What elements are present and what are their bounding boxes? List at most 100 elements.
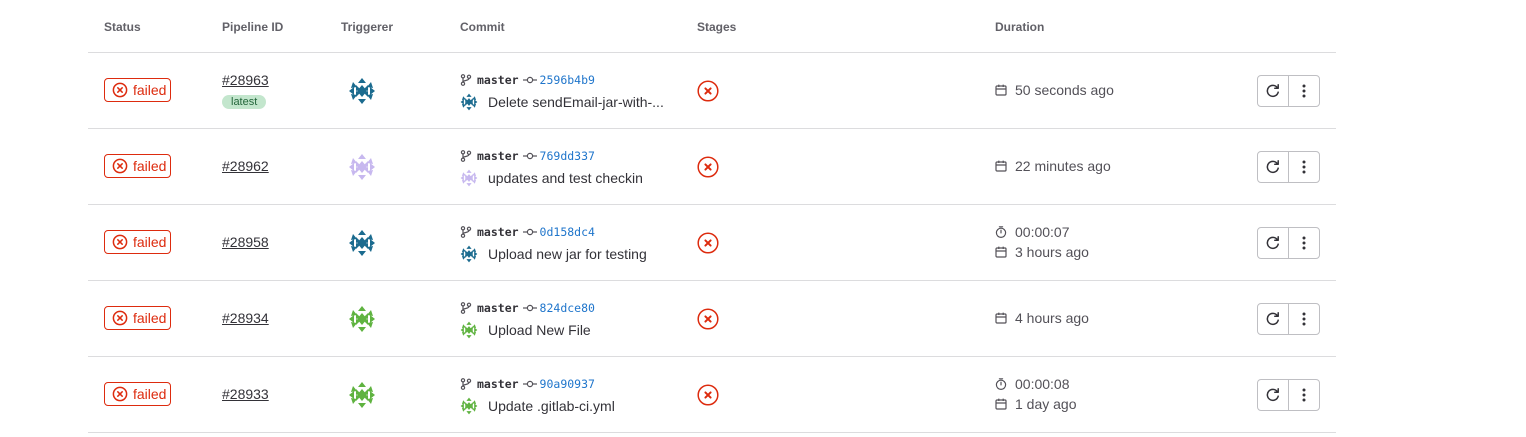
branch-icon (460, 74, 472, 86)
branch-link[interactable]: master (477, 301, 519, 315)
timer-icon (995, 226, 1007, 238)
stage-failed-icon[interactable] (697, 384, 719, 406)
header-commit: Commit (460, 20, 505, 34)
pipeline-id-link[interactable]: #28963 (222, 72, 269, 88)
commit-info: Upload new jar for testing (460, 244, 647, 264)
calendar-icon (995, 160, 1007, 172)
status-failed-icon (112, 158, 128, 174)
identicon-icon (348, 77, 376, 105)
more-vertical-icon (1302, 388, 1306, 402)
status-failed-icon (112, 82, 128, 98)
branch-link[interactable]: master (477, 377, 519, 391)
branch-link[interactable]: master (477, 225, 519, 239)
status-badge[interactable]: failed (104, 78, 171, 102)
status-failed-icon (112, 234, 128, 250)
finished-time: 4 hours ago (995, 308, 1089, 328)
triggerer-avatar[interactable] (348, 153, 376, 181)
status-badge[interactable]: failed (104, 230, 171, 254)
commit-author-avatar[interactable] (460, 169, 478, 187)
identicon-icon (348, 381, 376, 409)
retry-button[interactable] (1258, 228, 1288, 258)
calendar-icon (995, 84, 1007, 96)
stage-failed-icon[interactable] (697, 80, 719, 102)
header-duration: Duration (995, 20, 1045, 34)
more-vertical-icon (1302, 160, 1306, 174)
finished-text: 3 hours ago (1015, 244, 1089, 260)
commit-author-avatar[interactable] (460, 321, 478, 339)
pipeline-id-link[interactable]: #28933 (222, 386, 269, 402)
commit-icon (522, 152, 537, 160)
status-badge[interactable]: failed (104, 306, 171, 330)
table-row: failed #28962 master 769dd337 updates an… (88, 129, 1336, 205)
row-actions (1257, 379, 1320, 411)
commit-sha-link[interactable]: 824dce80 (540, 301, 595, 315)
more-vertical-icon (1302, 84, 1306, 98)
row-actions (1257, 75, 1320, 107)
header-stages: Stages (697, 20, 737, 34)
header-status: Status (104, 20, 141, 34)
identicon-icon (348, 153, 376, 181)
commit-title-link[interactable]: Upload New File (488, 322, 591, 338)
status-failed-icon (112, 310, 128, 326)
branch-icon (460, 302, 472, 314)
retry-icon (1266, 236, 1279, 250)
commit-author-avatar[interactable] (460, 245, 478, 263)
commit-sha-link[interactable]: 90a90937 (540, 377, 595, 391)
commit-title-link[interactable]: Delete sendEmail-jar-with-... (488, 94, 664, 110)
table-header: Status Pipeline ID Triggerer Commit Stag… (88, 0, 1336, 53)
status-label: failed (133, 234, 167, 250)
commit-title-link[interactable]: Update .gitlab-ci.yml (488, 398, 615, 414)
more-actions-button[interactable] (1288, 380, 1319, 410)
more-actions-button[interactable] (1288, 228, 1319, 258)
branch-link[interactable]: master (477, 149, 519, 163)
pipeline-id-link[interactable]: #28934 (222, 310, 269, 326)
status-badge[interactable]: failed (104, 382, 171, 406)
pipeline-id-link[interactable]: #28958 (222, 234, 269, 250)
finished-text: 22 minutes ago (1015, 158, 1111, 174)
finished-time: 50 seconds ago (995, 80, 1114, 100)
branch-icon (460, 378, 472, 390)
status-label: failed (133, 386, 167, 402)
commit-info: Upload New File (460, 320, 591, 340)
table-row: failed #28933 master 90a90937 Update .gi… (88, 357, 1336, 433)
branch-link[interactable]: master (477, 73, 519, 87)
calendar-icon (995, 246, 1007, 258)
header-triggerer: Triggerer (341, 20, 394, 34)
more-actions-button[interactable] (1288, 304, 1319, 334)
retry-icon (1266, 160, 1279, 174)
more-actions-button[interactable] (1288, 152, 1319, 182)
status-failed-icon (112, 386, 128, 402)
triggerer-avatar[interactable] (348, 77, 376, 105)
commit-sha-link[interactable]: 0d158dc4 (540, 225, 595, 239)
commit-sha-link[interactable]: 769dd337 (540, 149, 595, 163)
commit-author-avatar[interactable] (460, 397, 478, 415)
triggerer-avatar[interactable] (348, 229, 376, 257)
more-actions-button[interactable] (1288, 76, 1319, 106)
commit-sha-link[interactable]: 2596b4b9 (540, 73, 595, 87)
branch-icon (460, 150, 472, 162)
identicon-icon (460, 245, 478, 263)
commit-author-avatar[interactable] (460, 93, 478, 111)
commit-title-link[interactable]: updates and test checkin (488, 170, 643, 186)
retry-button[interactable] (1258, 380, 1288, 410)
identicon-icon (348, 229, 376, 257)
more-vertical-icon (1302, 312, 1306, 326)
stage-failed-icon[interactable] (697, 232, 719, 254)
commit-icon (522, 380, 537, 388)
commit-icon (522, 76, 537, 84)
retry-button[interactable] (1258, 304, 1288, 334)
status-badge[interactable]: failed (104, 154, 171, 178)
retry-button[interactable] (1258, 76, 1288, 106)
stage-failed-icon[interactable] (697, 308, 719, 330)
stage-failed-icon[interactable] (697, 156, 719, 178)
branch-icon (460, 226, 472, 238)
finished-text: 50 seconds ago (1015, 82, 1114, 98)
triggerer-avatar[interactable] (348, 305, 376, 333)
row-actions (1257, 303, 1320, 335)
commit-title-link[interactable]: Upload new jar for testing (488, 246, 647, 262)
row-actions (1257, 151, 1320, 183)
triggerer-avatar[interactable] (348, 381, 376, 409)
pipeline-id-link[interactable]: #28962 (222, 158, 269, 174)
identicon-icon (348, 305, 376, 333)
retry-button[interactable] (1258, 152, 1288, 182)
